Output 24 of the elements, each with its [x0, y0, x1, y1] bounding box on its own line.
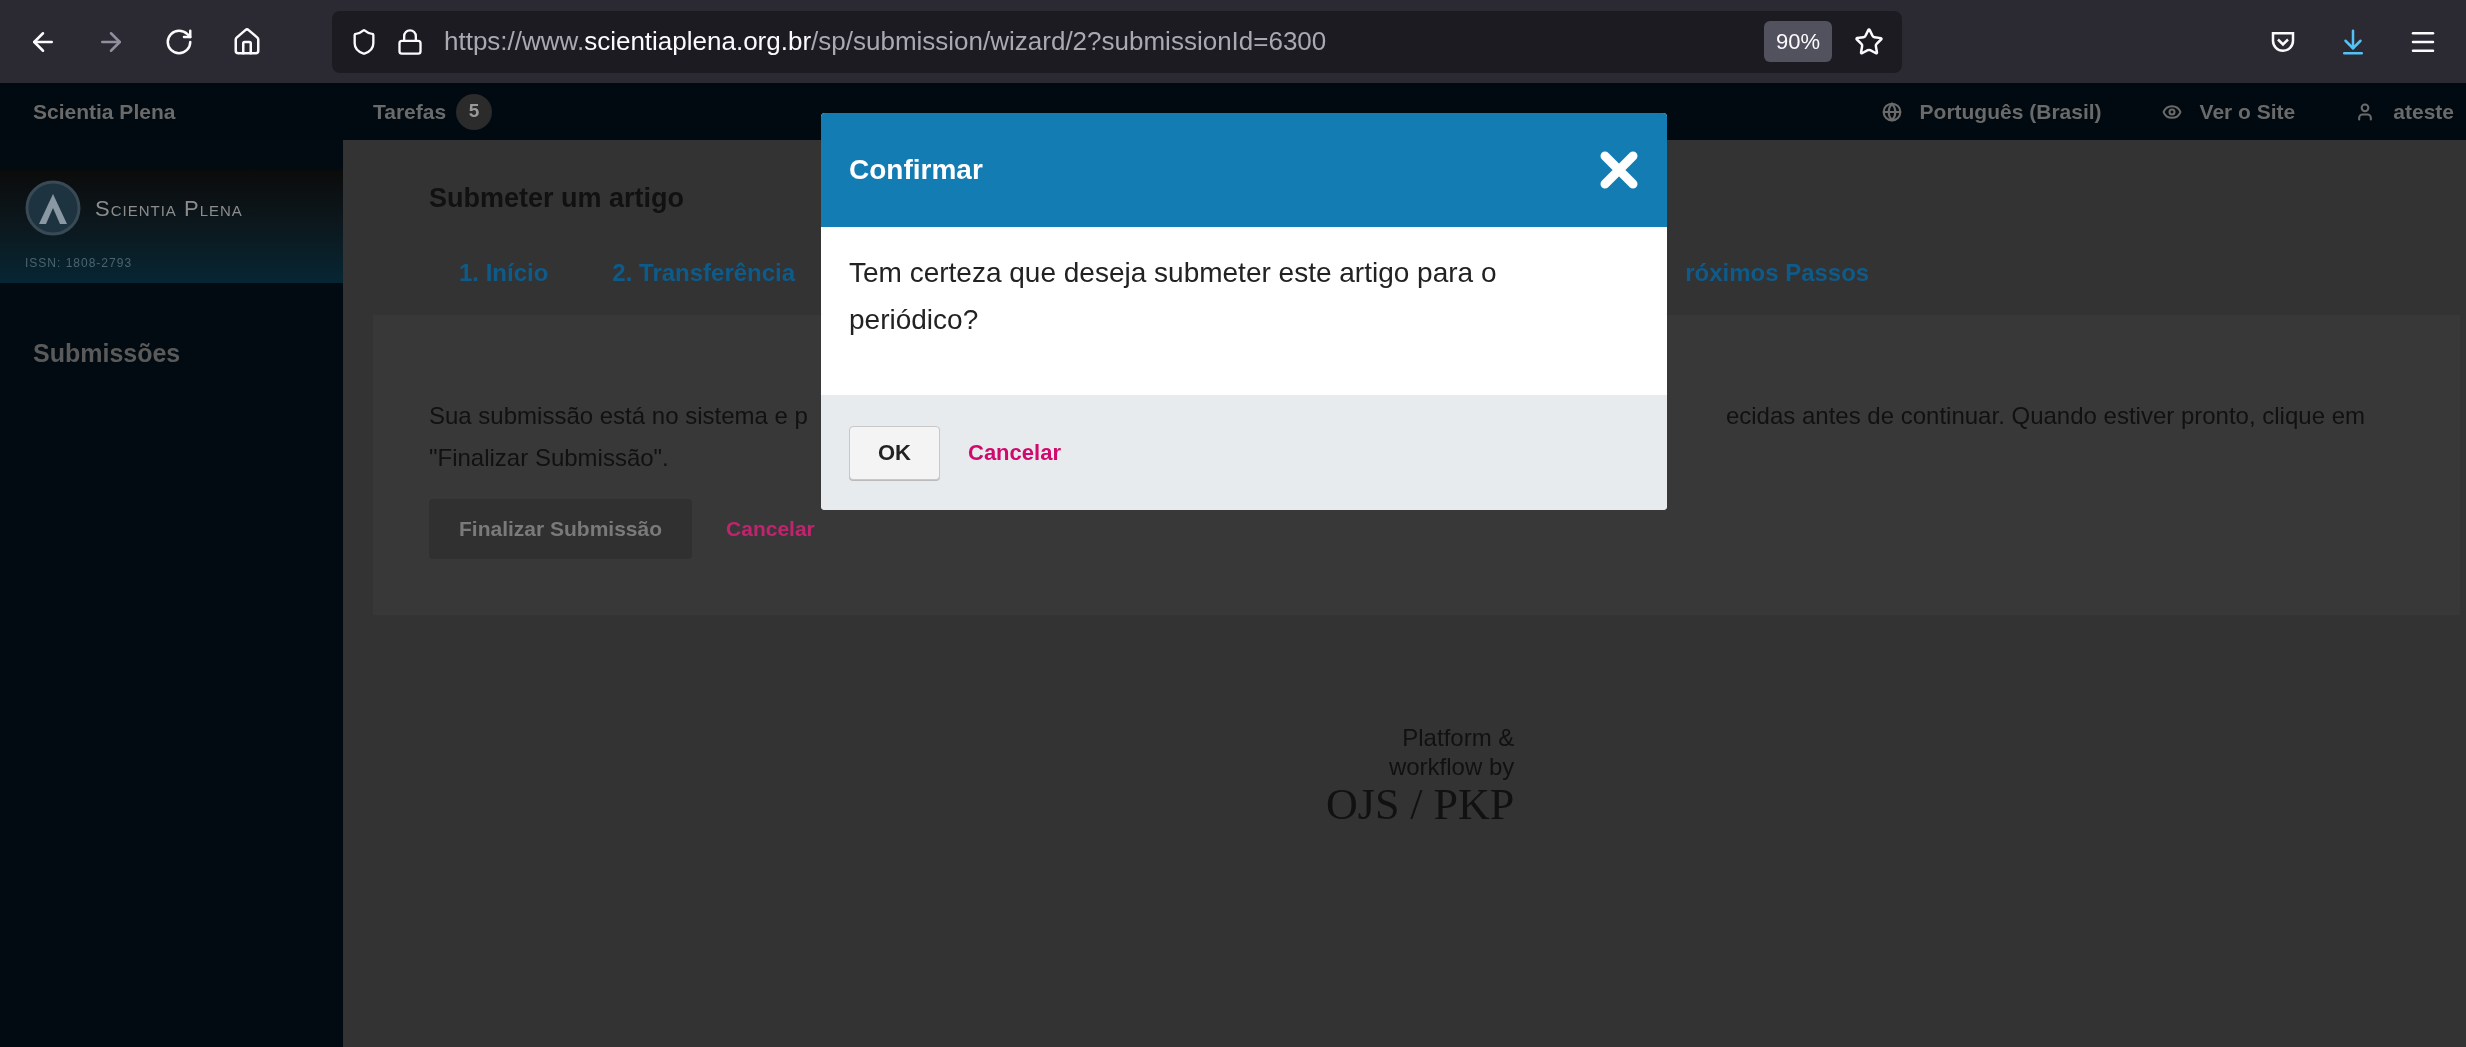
cancel-link[interactable]: Cancelar [968, 436, 1061, 469]
sidebar-item[interactable]: Submissões [0, 335, 343, 373]
globe-icon [1881, 101, 1902, 122]
issn-text: ISSN: 1808-2793 [25, 255, 134, 272]
star-icon[interactable] [1854, 26, 1884, 57]
dialog-title: Confirmar [849, 153, 983, 187]
lock-icon [396, 27, 424, 56]
logo-emblem-icon [25, 180, 81, 236]
url-text: https://www.scientiaplena.org.br/sp/submission/wizard/2?submissionId=6300 [444, 25, 1327, 58]
header-link[interactable]: Português (Brasil) [1919, 95, 2102, 128]
close-icon[interactable] [1599, 150, 1639, 190]
tasks-count-badge: 5 [456, 93, 493, 130]
dialog-message: Tem certeza que deseja submeter este artigo para o periódico? [849, 256, 1498, 337]
site-title[interactable]: Scientia Plena [0, 95, 343, 128]
logo-title: Scientia Plena [95, 194, 243, 223]
home-icon[interactable] [232, 26, 262, 57]
ok-button[interactable]: OK [849, 425, 940, 480]
header-link[interactable]: ateste [2393, 95, 2454, 128]
cancel-link[interactable]: Cancelar [726, 512, 815, 545]
tasks-link[interactable]: Tarefas [343, 95, 447, 128]
header-link[interactable]: Ver o Site [2199, 95, 2296, 128]
finish-button[interactable]: Finalizar Submissão [429, 498, 693, 559]
zoom-badge[interactable]: 90% [1763, 21, 1832, 62]
address-bar[interactable]: https://www.scientiaplena.org.br/sp/submission/wizard/2?submissionId=6300 90% [332, 10, 1902, 73]
